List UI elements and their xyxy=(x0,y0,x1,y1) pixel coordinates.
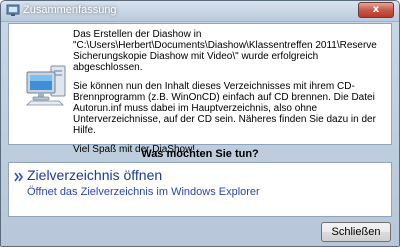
summary-dialog: Zusammenfassung x Das Erstellen der Dias… xyxy=(0,0,400,247)
action-title[interactable]: Zielverzeichnis öffnen xyxy=(27,167,162,183)
app-icon xyxy=(6,4,20,16)
title-bar[interactable]: Zusammenfassung x xyxy=(1,1,399,22)
window-title: Zusammenfassung xyxy=(23,4,117,16)
action-description: Öffnet das Zielverzeichnis im Windows Ex… xyxy=(27,186,260,198)
open-target-folder-link[interactable]: Zielverzeichnis öffnen Öffnet das Zielve… xyxy=(13,167,387,203)
close-window-button[interactable]: x xyxy=(358,2,394,18)
message-paragraph-1: Das Erstellen der Diashow in "C:\Users\H… xyxy=(73,29,377,73)
summary-message: Das Erstellen der Diashow in "C:\Users\H… xyxy=(73,29,389,163)
computer-icon xyxy=(26,65,66,106)
info-panel: Das Erstellen der Diashow in "C:\Users\H… xyxy=(8,23,392,155)
close-button[interactable]: Schließen xyxy=(321,222,391,242)
question-heading: Was möchten Sie tun? xyxy=(141,148,259,160)
double-arrow-icon xyxy=(14,172,23,182)
message-paragraph-2: Sie können nun den Inhalt dieses Verzeic… xyxy=(73,81,376,136)
action-panel: Zielverzeichnis öffnen Öffnet das Zielve… xyxy=(8,162,392,217)
